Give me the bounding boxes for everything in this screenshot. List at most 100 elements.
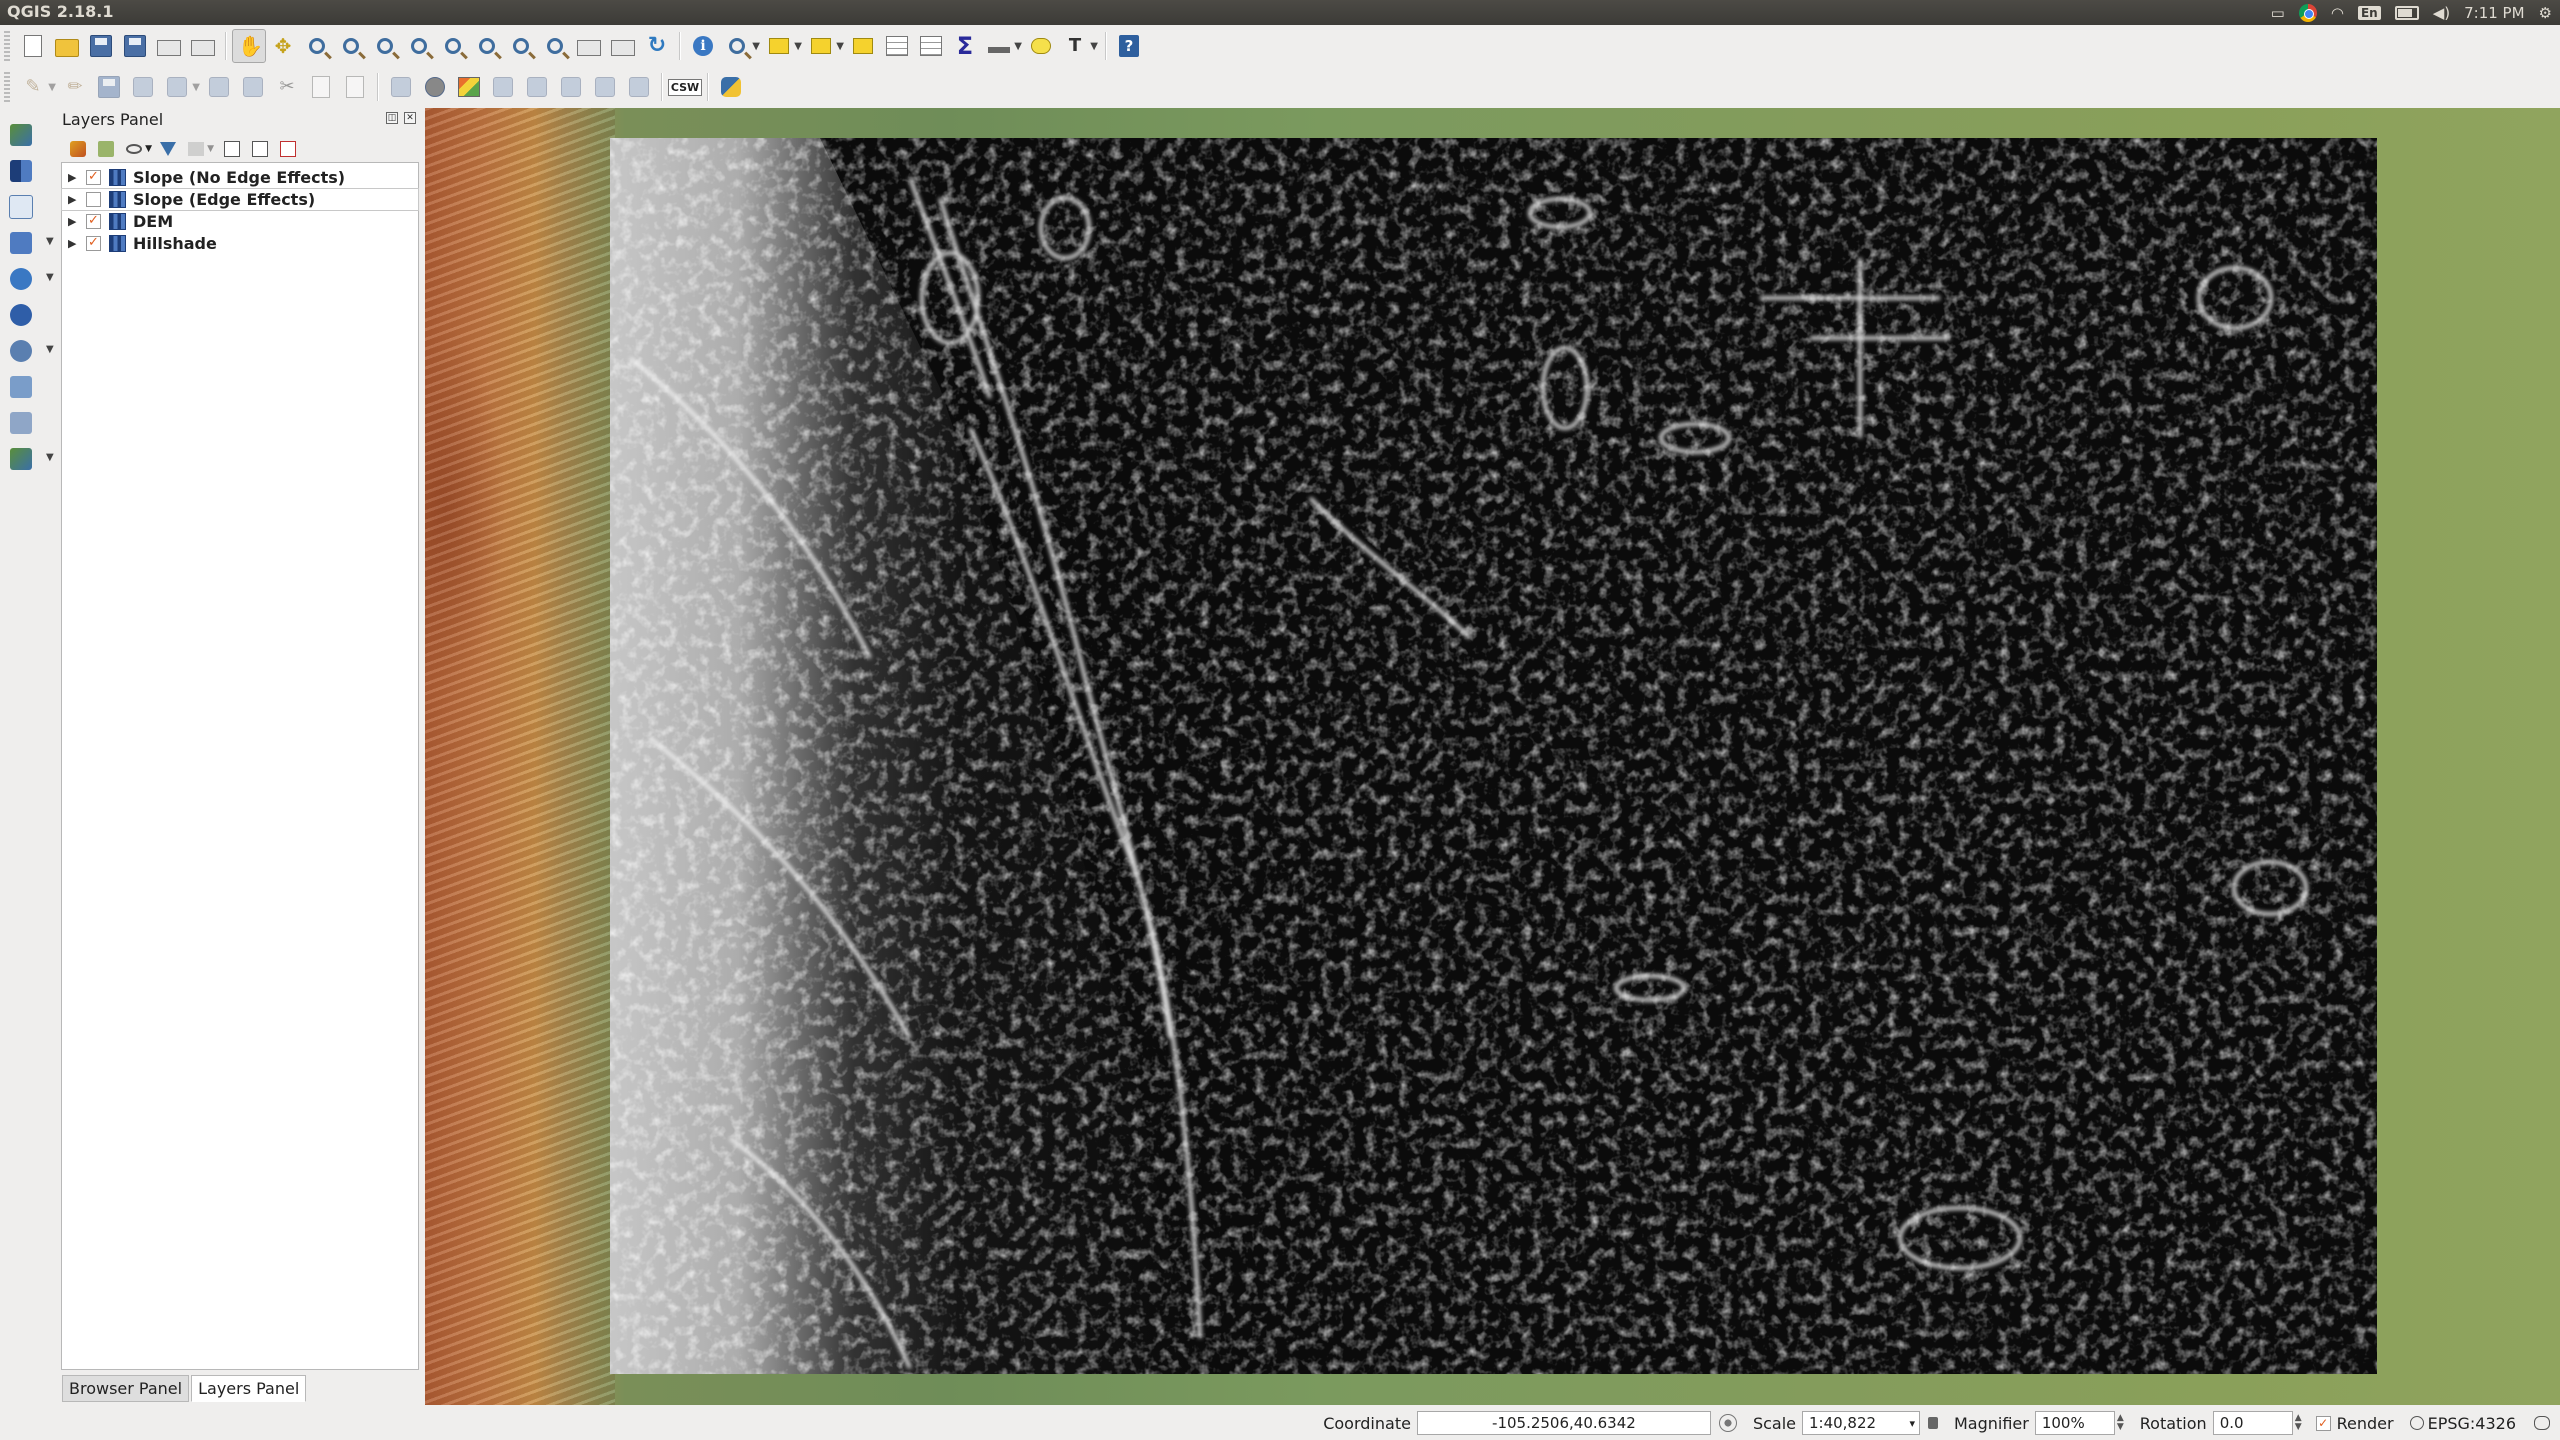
battery-icon[interactable] bbox=[2394, 5, 2419, 20]
expand-arrow-icon[interactable]: ▶ bbox=[68, 215, 78, 228]
change-label-button[interactable] bbox=[622, 70, 656, 104]
volume-icon[interactable]: ◀) bbox=[2433, 4, 2450, 22]
expand-arrow-icon[interactable]: ▶ bbox=[68, 237, 78, 250]
layer-visibility-checkbox[interactable]: ✓ bbox=[86, 214, 101, 229]
close-panel-button[interactable]: ✕ bbox=[404, 112, 416, 124]
cut-features-button[interactable]: ✂ bbox=[270, 70, 304, 104]
message-log-icon[interactable] bbox=[2534, 1416, 2550, 1430]
pan-map-button[interactable]: ✋ bbox=[232, 29, 266, 63]
toolbar-handle[interactable] bbox=[4, 72, 10, 102]
expand-arrow-icon[interactable]: ▶ bbox=[68, 171, 78, 184]
add-virtual-layer-button[interactable] bbox=[6, 372, 36, 402]
render-checkbox[interactable]: ✓ bbox=[2315, 1415, 2331, 1431]
toggle-extents-icon[interactable] bbox=[1718, 1414, 1737, 1432]
measure-line-button[interactable]: ▼ bbox=[982, 29, 1022, 63]
refresh-button[interactable]: ↻ bbox=[640, 29, 674, 63]
identify-features-button[interactable]: i bbox=[686, 29, 720, 63]
coordinate-field[interactable]: -105.2506,40.6342 bbox=[1416, 1411, 1711, 1435]
text-annotation-button[interactable]: T ▼ bbox=[1058, 29, 1098, 63]
python-console-button[interactable] bbox=[714, 70, 748, 104]
label-tool-button[interactable] bbox=[384, 70, 418, 104]
open-attribute-table-button[interactable] bbox=[880, 29, 914, 63]
zoom-full-button[interactable] bbox=[402, 29, 436, 63]
screen-icon[interactable]: ▭ bbox=[2271, 4, 2285, 22]
add-feature-button[interactable] bbox=[126, 70, 160, 104]
zoom-out-button[interactable] bbox=[334, 29, 368, 63]
crs-status[interactable]: EPSG:4326 bbox=[2428, 1414, 2516, 1433]
new-print-composer-button[interactable] bbox=[152, 29, 186, 63]
show-hide-labels-button[interactable] bbox=[520, 70, 554, 104]
scale-combobox[interactable]: 1:40,822 bbox=[1801, 1411, 1920, 1435]
rotation-stepper[interactable]: ▲ ▼ bbox=[2295, 1414, 2302, 1432]
layer-visibility-checkbox[interactable]: ✓ bbox=[86, 236, 101, 251]
deselect-all-button[interactable] bbox=[846, 29, 880, 63]
add-wfs-layer-button[interactable]: ▼ bbox=[6, 336, 54, 366]
filter-legend-button[interactable] bbox=[156, 137, 180, 161]
move-feature-button[interactable]: ▼ bbox=[160, 70, 200, 104]
crs-globe-icon[interactable] bbox=[2409, 1416, 2424, 1430]
select-features-button[interactable]: ▼ bbox=[762, 29, 802, 63]
open-field-calculator-button[interactable] bbox=[914, 29, 948, 63]
open-project-button[interactable] bbox=[50, 29, 84, 63]
add-wcs-layer-button[interactable] bbox=[6, 300, 36, 330]
rotate-label-button[interactable] bbox=[588, 70, 622, 104]
gear-icon[interactable]: ⚙ bbox=[2539, 4, 2552, 22]
float-panel-button[interactable]: ◫ bbox=[386, 112, 398, 124]
select-by-expression-button[interactable]: ▼ bbox=[804, 29, 844, 63]
rotation-spinbox[interactable]: 0.0 bbox=[2212, 1411, 2293, 1435]
map-canvas[interactable] bbox=[425, 108, 2560, 1405]
current-edits-button[interactable]: ✎ ▼ bbox=[16, 70, 56, 104]
move-label-button[interactable] bbox=[554, 70, 588, 104]
whats-this-button[interactable]: ? bbox=[1112, 29, 1146, 63]
add-vector-layer-button[interactable] bbox=[6, 120, 36, 150]
highlight-pinned-labels-button[interactable] bbox=[452, 70, 486, 104]
layer-visibility-checkbox[interactable] bbox=[86, 192, 101, 207]
zoom-to-selection-button[interactable] bbox=[436, 29, 470, 63]
paste-features-button[interactable] bbox=[338, 70, 372, 104]
lock-icon[interactable] bbox=[1927, 1417, 1938, 1429]
toolbar-handle[interactable] bbox=[4, 31, 10, 61]
add-wms-layer-button[interactable]: ▼ bbox=[6, 264, 54, 294]
copy-features-button[interactable] bbox=[304, 70, 338, 104]
layer-visibility-checkbox[interactable]: ✓ bbox=[86, 170, 101, 185]
pan-to-selection-button[interactable]: ✥ bbox=[266, 29, 300, 63]
new-bookmark-button[interactable] bbox=[572, 29, 606, 63]
layer-labeling-options-button[interactable] bbox=[418, 70, 452, 104]
open-layer-styling-button[interactable] bbox=[66, 137, 90, 161]
add-delimited-text-button[interactable] bbox=[6, 192, 36, 222]
wifi-icon[interactable]: ◠ bbox=[2331, 4, 2344, 22]
map-tips-button[interactable] bbox=[1024, 29, 1058, 63]
keyboard-layout-indicator[interactable]: En bbox=[2357, 5, 2381, 20]
add-spatialite-button[interactable]: ▼ bbox=[6, 228, 54, 258]
pin-labels-button[interactable] bbox=[486, 70, 520, 104]
magnifier-spinbox[interactable]: 100% bbox=[2034, 1411, 2115, 1435]
metasearch-button[interactable]: CSW bbox=[667, 70, 703, 104]
zoom-next-button[interactable] bbox=[538, 29, 572, 63]
collapse-all-button[interactable] bbox=[248, 137, 272, 161]
add-raster-layer-button[interactable] bbox=[6, 156, 36, 186]
new-project-button[interactable] bbox=[16, 29, 50, 63]
filter-by-expression-button[interactable]: ▼ bbox=[184, 137, 214, 161]
layer-item-slope-edge-effects[interactable]: ▶ Slope (Edge Effects) bbox=[61, 188, 419, 211]
statistical-summary-button[interactable]: Σ bbox=[948, 29, 982, 63]
toggle-editing-button[interactable]: ✏ bbox=[58, 70, 92, 104]
save-project-button[interactable] bbox=[84, 29, 118, 63]
node-tool-button[interactable] bbox=[202, 70, 236, 104]
composer-manager-button[interactable] bbox=[186, 29, 220, 63]
zoom-last-button[interactable] bbox=[504, 29, 538, 63]
add-group-button[interactable] bbox=[94, 137, 118, 161]
magnifier-stepper[interactable]: ▲ ▼ bbox=[2117, 1414, 2124, 1432]
clock[interactable]: 7:11 PM bbox=[2464, 4, 2524, 22]
layer-item-dem[interactable]: ▶ ✓ DEM bbox=[62, 211, 418, 232]
zoom-to-layer-button[interactable] bbox=[470, 29, 504, 63]
zoom-in-button[interactable] bbox=[300, 29, 334, 63]
tab-layers-panel[interactable]: Layers Panel bbox=[191, 1375, 307, 1402]
tab-browser-panel[interactable]: Browser Panel bbox=[62, 1375, 190, 1402]
remove-layer-button[interactable] bbox=[276, 137, 300, 161]
expand-arrow-icon[interactable]: ▶ bbox=[68, 193, 78, 206]
save-layer-edits-button[interactable] bbox=[92, 70, 126, 104]
expand-all-button[interactable] bbox=[220, 137, 244, 161]
delete-selected-button[interactable] bbox=[236, 70, 270, 104]
layer-item-hillshade[interactable]: ▶ ✓ Hillshade bbox=[62, 233, 418, 254]
new-shapefile-layer-button[interactable]: ▼ bbox=[6, 444, 54, 474]
